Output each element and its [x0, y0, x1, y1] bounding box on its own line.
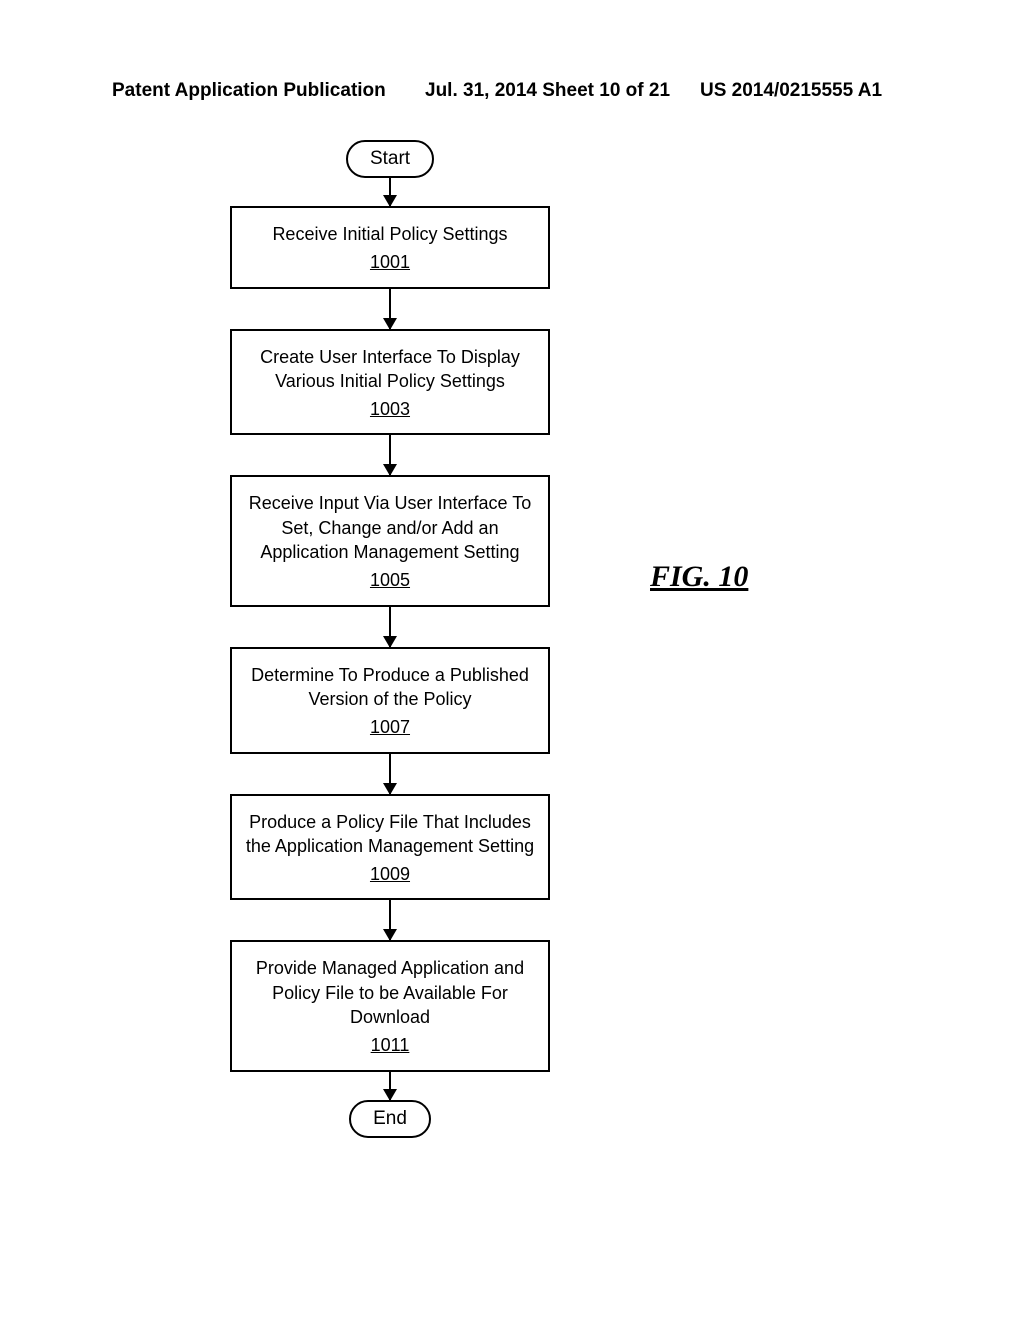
process-text: Produce a Policy File That Includes the …: [242, 810, 538, 859]
start-terminator: Start: [346, 140, 434, 178]
process-text: Create User Interface To Display Various…: [242, 345, 538, 394]
arrow-icon: [389, 900, 392, 940]
arrow-icon: [389, 435, 392, 475]
header-pub-number: US 2014/0215555 A1: [700, 80, 882, 102]
arrow-icon: [389, 178, 392, 206]
arrow-icon: [389, 754, 392, 794]
arrow-icon: [389, 1072, 392, 1100]
process-1011: Provide Managed Application and Policy F…: [230, 940, 550, 1071]
process-ref: 1001: [370, 250, 410, 274]
header-date-sheet: Jul. 31, 2014 Sheet 10 of 21: [425, 80, 670, 102]
process-text: Determine To Produce a Published Version…: [242, 663, 538, 712]
end-terminator: End: [349, 1100, 431, 1138]
process-1003: Create User Interface To Display Various…: [230, 329, 550, 436]
process-ref: 1011: [371, 1033, 410, 1057]
process-ref: 1007: [370, 715, 410, 739]
process-text: Provide Managed Application and Policy F…: [242, 956, 538, 1029]
header-publication: Patent Application Publication: [112, 80, 386, 102]
arrow-icon: [389, 289, 392, 329]
process-1007: Determine To Produce a Published Version…: [230, 647, 550, 754]
figure-label: FIG. 10: [650, 560, 748, 594]
process-1005: Receive Input Via User Interface To Set,…: [230, 475, 550, 606]
process-ref: 1005: [370, 568, 410, 592]
process-ref: 1003: [370, 397, 410, 421]
process-text: Receive Input Via User Interface To Set,…: [242, 491, 538, 564]
flowchart: Start Receive Initial Policy Settings 10…: [220, 140, 560, 1138]
process-1001: Receive Initial Policy Settings 1001: [230, 206, 550, 289]
process-1009: Produce a Policy File That Includes the …: [230, 794, 550, 901]
page: Patent Application Publication Jul. 31, …: [0, 0, 1024, 1320]
arrow-icon: [389, 607, 392, 647]
process-text: Receive Initial Policy Settings: [242, 222, 538, 246]
process-ref: 1009: [370, 862, 410, 886]
